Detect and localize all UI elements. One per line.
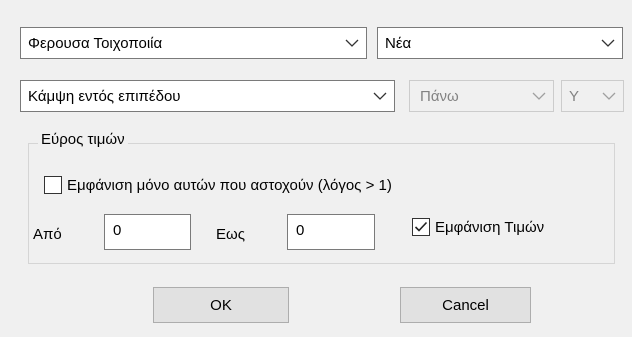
element-type-value: Φερουσα Τοιχοποιία — [28, 34, 163, 52]
checkbox-checked-icon[interactable] — [412, 218, 430, 236]
to-input[interactable]: 0 — [287, 214, 375, 250]
range-group-title: Εύρος τιμών — [38, 131, 128, 148]
position-combo[interactable]: Πάνω — [409, 80, 554, 112]
checkbox-unchecked-icon[interactable] — [44, 176, 62, 194]
show-failing-label: Εμφάνιση μόνο αυτών που αστοχούν (λόγος … — [67, 176, 392, 194]
axis-value: Y — [569, 87, 580, 105]
chevron-down-icon[interactable] — [594, 28, 622, 58]
cancel-button[interactable]: Cancel — [400, 287, 531, 323]
chevron-down-icon — [595, 81, 623, 111]
to-label: Εως — [216, 226, 245, 243]
show-values-label: Εμφάνιση Τιμών — [435, 218, 545, 236]
element-type-combo[interactable]: Φερουσα Τοιχοποιία — [20, 27, 367, 59]
show-values-checkbox[interactable]: Εμφάνιση Τιμών — [412, 218, 544, 236]
show-failing-checkbox[interactable]: Εμφάνιση μόνο αυτών που αστοχούν (λόγος … — [44, 176, 392, 194]
from-label: Από — [33, 226, 62, 243]
state-value: Νέα — [385, 34, 412, 52]
check-type-value: Κάμψη εντός επιπέδου — [28, 87, 181, 105]
chevron-down-icon — [525, 81, 553, 111]
ok-button[interactable]: OK — [153, 287, 289, 323]
chevron-down-icon[interactable] — [338, 28, 366, 58]
from-input[interactable]: 0 — [104, 214, 191, 250]
axis-combo[interactable]: Y — [561, 80, 624, 112]
chevron-down-icon[interactable] — [366, 81, 394, 111]
state-combo[interactable]: Νέα — [377, 27, 623, 59]
position-value: Πάνω — [420, 87, 459, 105]
check-type-combo[interactable]: Κάμψη εντός επιπέδου — [20, 80, 395, 112]
